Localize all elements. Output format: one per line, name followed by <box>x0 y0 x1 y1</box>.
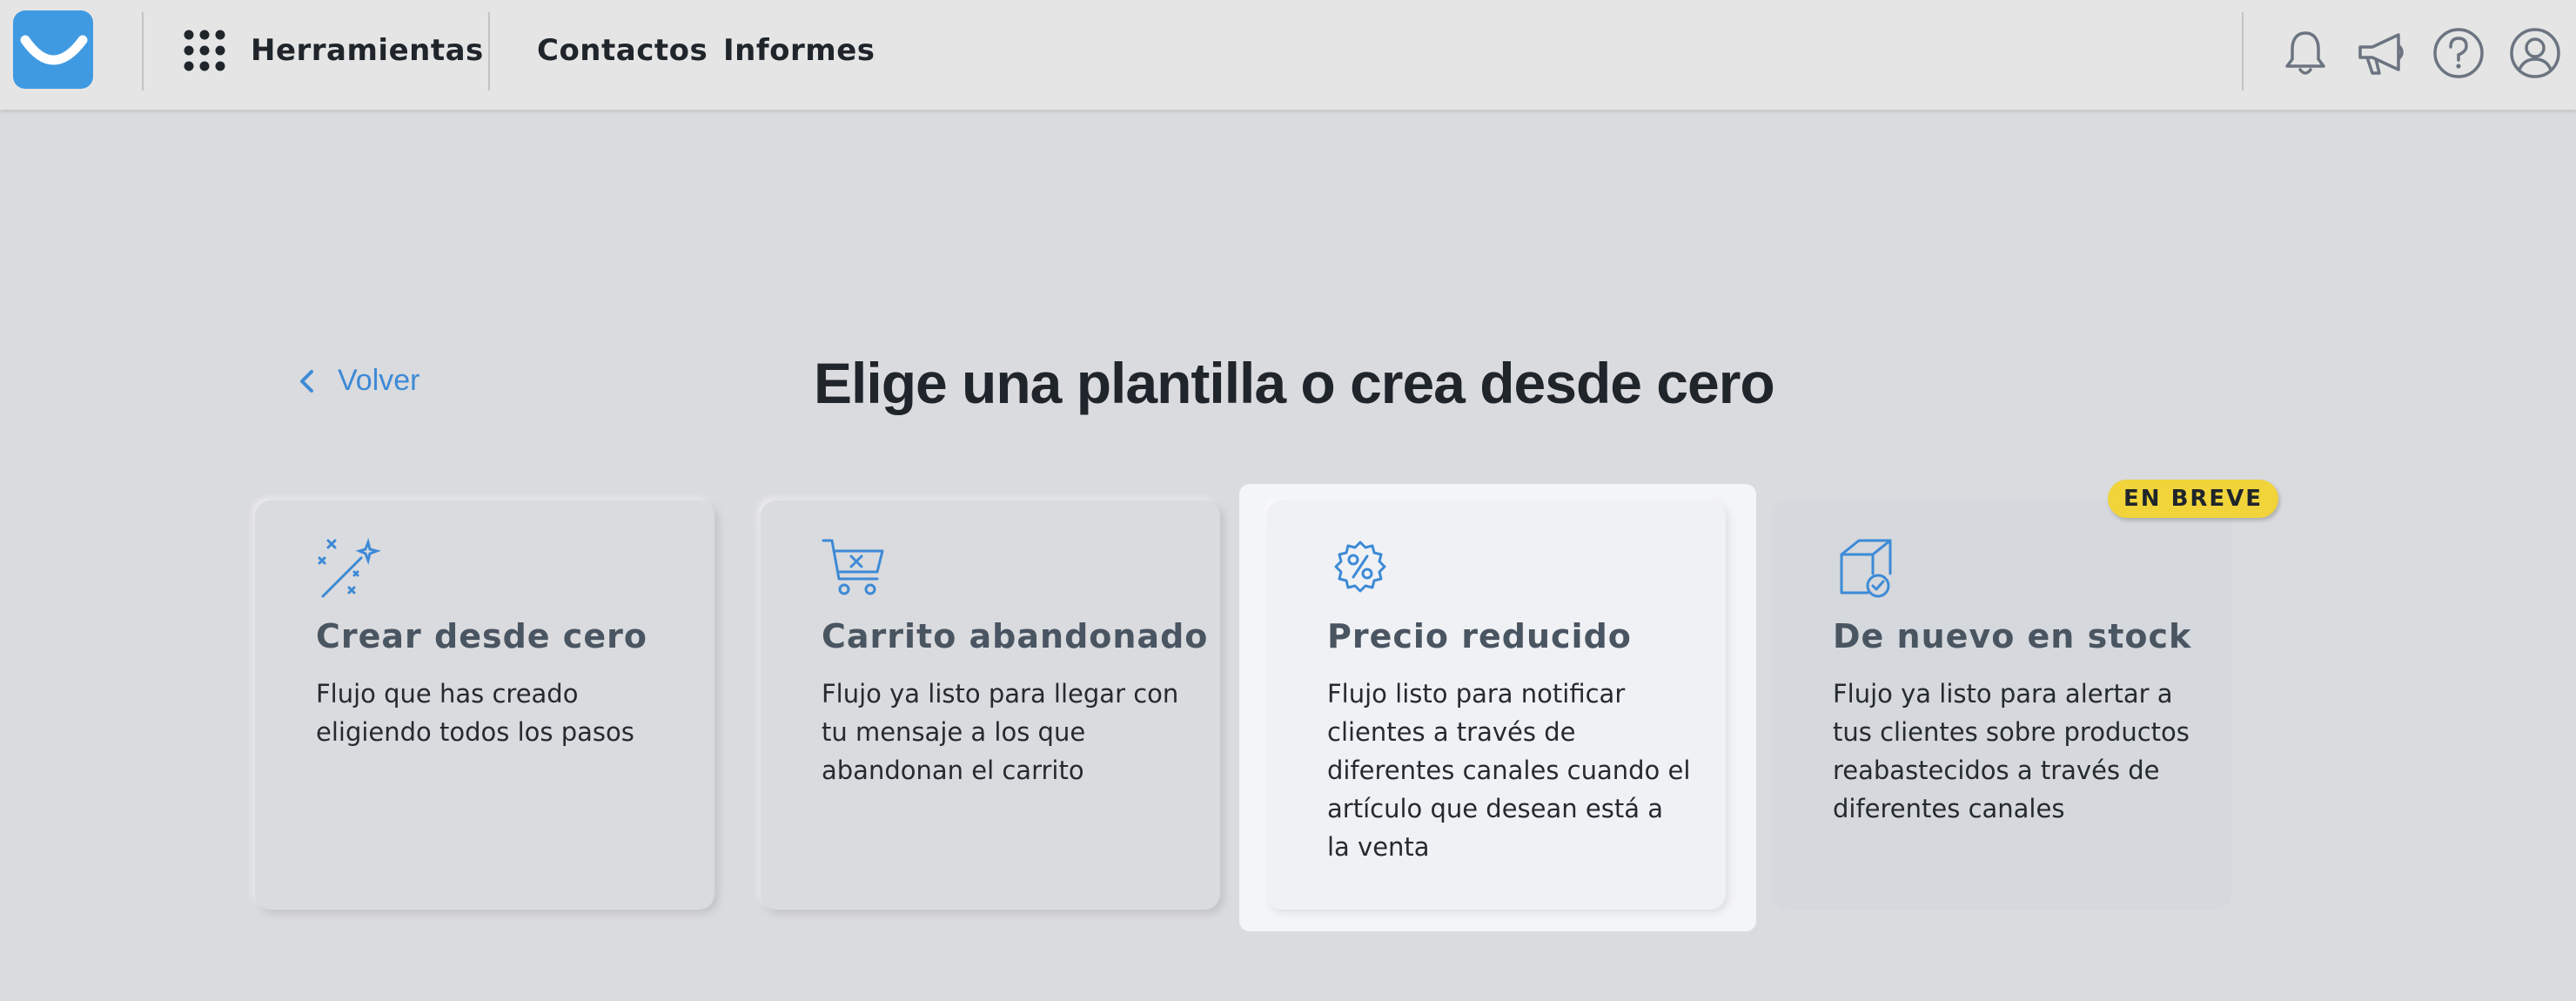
card-title: Precio reducido <box>1327 617 1632 655</box>
bell-icon[interactable] <box>2278 26 2332 80</box>
megaphone-icon[interactable] <box>2355 26 2409 80</box>
help-icon[interactable] <box>2432 26 2485 80</box>
top-navigation-bar: Herramientas Contactos Informes <box>0 0 2576 110</box>
nav-link-informes[interactable]: Informes <box>723 33 875 68</box>
card-description: Flujo listo para notificar clientes a tr… <box>1327 679 1691 862</box>
card-title: Carrito abandonado <box>822 617 1209 655</box>
card-description: Flujo que has creado eligiendo todos los… <box>316 679 634 747</box>
template-card-carrito-abandonado[interactable]: Carrito abandonado Flujo ya listo para l… <box>761 500 1220 910</box>
tools-menu-label[interactable]: Herramientas <box>251 33 484 68</box>
card-description: Flujo ya listo para llegar con tu mensaj… <box>822 679 1179 785</box>
apps-grid-icon[interactable] <box>183 29 226 72</box>
chevron-left-icon <box>300 369 313 393</box>
header-divider <box>142 12 144 91</box>
box-check-icon <box>1833 535 1899 601</box>
back-link-label: Volver <box>338 364 420 397</box>
brand-logo-icon[interactable] <box>13 10 93 89</box>
header-divider <box>2242 12 2244 91</box>
coming-soon-badge: EN BREVE <box>2108 480 2279 518</box>
card-title: De nuevo en stock <box>1833 617 2192 655</box>
user-icon[interactable] <box>2508 26 2562 80</box>
back-link[interactable]: Volver <box>296 364 420 398</box>
page-title: Elige una plantilla o crea desde cero <box>814 351 1775 415</box>
card-title: Crear desde cero <box>316 617 647 655</box>
nav-link-contactos[interactable]: Contactos <box>537 33 708 68</box>
header-divider <box>488 12 490 91</box>
card-description: Flujo ya listo para alertar a tus client… <box>1833 679 2190 823</box>
percent-badge-icon <box>1327 535 1393 601</box>
template-card-precio-reducido[interactable]: Precio reducido Flujo listo para notific… <box>1266 500 1726 910</box>
cart-x-icon <box>822 535 888 601</box>
template-card-crear-desde-cero[interactable]: Crear desde cero Flujo que has creado el… <box>255 500 714 910</box>
magic-wand-icon <box>316 535 382 601</box>
template-card-de-nuevo-en-stock: De nuevo en stock Flujo ya listo para al… <box>1772 500 2231 910</box>
